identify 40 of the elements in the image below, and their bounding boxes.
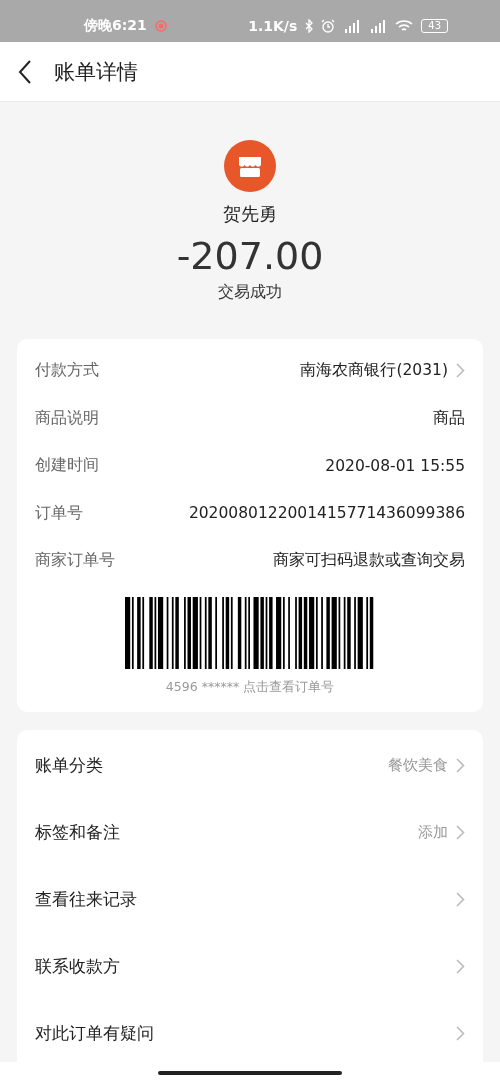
detail-label: 付款方式 [35, 360, 99, 382]
merchant-name: 贺先勇 [223, 202, 277, 226]
signal-icon [369, 19, 388, 33]
shop-icon [224, 140, 276, 192]
status-time: 傍晚6:21 [84, 17, 147, 35]
detail-value: 2020-08-01 15:55 [325, 456, 465, 475]
bluetooth-icon [305, 19, 314, 33]
detail-label: 商家订单号 [35, 550, 115, 572]
amount: -207.00 [176, 234, 324, 278]
detail-label: 创建时间 [35, 455, 99, 477]
action-value: 餐饮美食 [388, 755, 448, 775]
chevron-icon [456, 1025, 465, 1041]
action-label[interactable]: 账单分类 [35, 753, 103, 777]
detail-label: 商品说明 [35, 407, 99, 429]
page-title: 账单详情 [54, 58, 138, 86]
action-label[interactable]: 联系收款方 [35, 954, 120, 978]
chevron-icon [456, 958, 465, 974]
wifi-icon [395, 19, 414, 33]
transaction-status: 交易成功 [218, 282, 282, 303]
action-value: 添加 [418, 822, 448, 842]
record-icon [154, 20, 167, 32]
home-indicator[interactable] [158, 1070, 342, 1075]
barcode-drawing[interactable] [125, 596, 375, 669]
battery-indicator: 43 [421, 19, 448, 33]
action-label[interactable]: 查看往来记录 [35, 887, 137, 911]
network-speed: 1.1K/s [248, 18, 298, 34]
alarm-icon [321, 19, 336, 33]
signal-icon [343, 19, 362, 33]
detail-label: 订单号 [35, 502, 83, 524]
chevron-icon [456, 891, 465, 907]
chevron-icon [456, 824, 465, 840]
detail-value: 2020080122001415771436099386 [188, 504, 465, 523]
chevron-icon [456, 757, 465, 773]
detail-value: 商品 [433, 407, 465, 429]
back-icon[interactable] [18, 59, 32, 84]
action-label[interactable]: 对此订单有疑问 [35, 1021, 154, 1045]
action-label[interactable]: 标签和备注 [35, 820, 120, 844]
detail-value: 商家可扫码退款或查询交易 [273, 550, 465, 572]
chevron-icon [456, 363, 465, 379]
detail-value[interactable]: 南海农商银行(2031) [300, 360, 448, 382]
